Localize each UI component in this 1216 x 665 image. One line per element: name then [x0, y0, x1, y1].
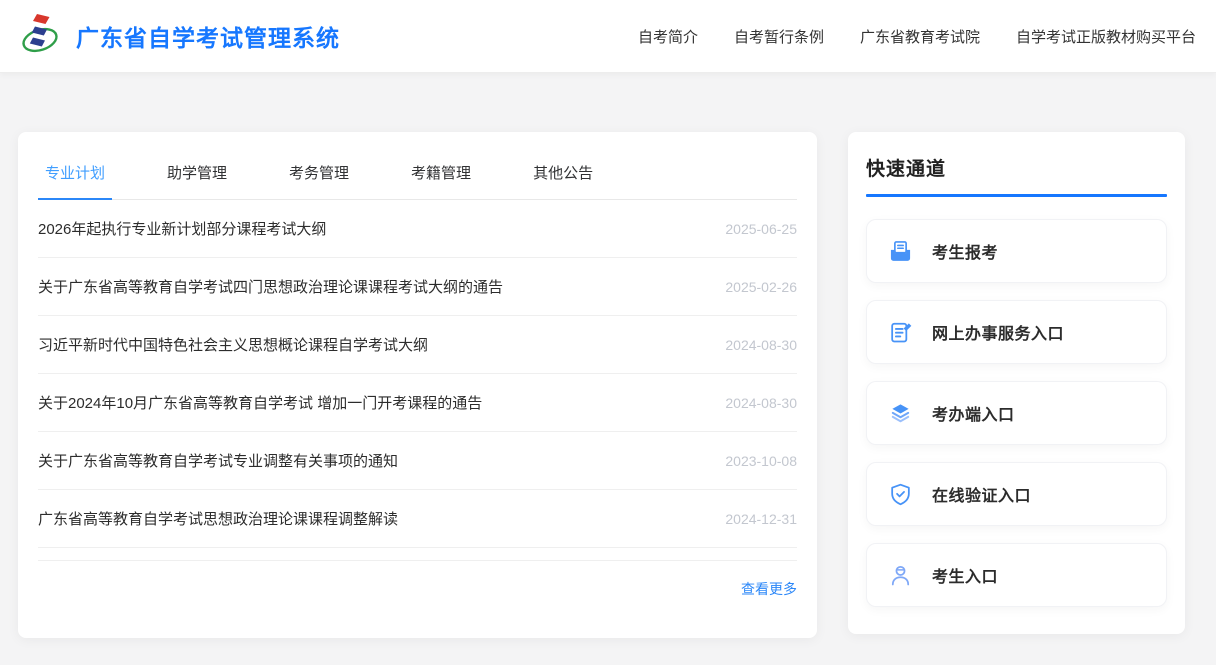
edit-document-icon: [888, 320, 913, 345]
news-item[interactable]: 关于广东省高等教育自学考试四门思想政治理论课课程考试大纲的通告 2025-02-…: [38, 258, 797, 316]
main-content: 专业计划 助学管理 考务管理 考籍管理 其他公告 2026年起执行专业新计划部分…: [0, 73, 1216, 638]
nav-link-regulations[interactable]: 自考暂行条例: [734, 26, 824, 47]
quick-link-label[interactable]: 考生报考: [932, 239, 998, 263]
tab-other-notices[interactable]: 其他公告: [526, 158, 600, 200]
tab-major-plan[interactable]: 专业计划: [38, 158, 113, 200]
quick-link-label[interactable]: 在线验证入口: [932, 482, 1031, 506]
news-title[interactable]: 关于广东省高等教育自学考试四门思想政治理论课课程考试大纲的通告: [38, 276, 503, 297]
nav-link-intro[interactable]: 自考简介: [638, 26, 698, 47]
news-item[interactable]: 2026年起执行专业新计划部分课程考试大纲 2025-06-25: [38, 200, 797, 258]
quick-link-candidate-portal[interactable]: 考生入口: [866, 543, 1167, 607]
nav-link-textbook-platform[interactable]: 自学考试正版教材购买平台: [1016, 26, 1196, 47]
quick-link-online-verification[interactable]: 在线验证入口: [866, 462, 1167, 526]
nav-link-education-institute[interactable]: 广东省教育考试院: [860, 26, 980, 47]
tab-exam-affairs[interactable]: 考务管理: [282, 158, 356, 200]
news-item[interactable]: 习近平新时代中国特色社会主义思想概论课程自学考试大纲 2024-08-30: [38, 316, 797, 374]
tab-exam-records[interactable]: 考籍管理: [404, 158, 478, 200]
quick-link-list: 考生报考 网上办事服务入口 考办端入口 在线验证入口 考生入口: [866, 219, 1167, 607]
news-list: 2026年起执行专业新计划部分课程考试大纲 2025-06-25 关于广东省高等…: [38, 200, 797, 561]
news-title[interactable]: 习近平新时代中国特色社会主义思想概论课程自学考试大纲: [38, 334, 428, 355]
news-item[interactable]: 关于2024年10月广东省高等教育自学考试 增加一门开考课程的通告 2024-0…: [38, 374, 797, 432]
news-title[interactable]: 广东省高等教育自学考试思想政治理论课课程调整解读: [38, 508, 398, 529]
tab-study-aid[interactable]: 助学管理: [160, 158, 234, 200]
view-more-link[interactable]: 查看更多: [741, 581, 797, 597]
quick-link-label[interactable]: 考办端入口: [932, 401, 1015, 425]
news-item[interactable]: 广东省高等教育自学考试思想政治理论课课程调整解读 2024-12-31: [38, 490, 797, 548]
news-date: 2023-10-08: [725, 452, 797, 469]
page-title: 广东省自学考试管理系统: [76, 25, 340, 51]
site-logo-icon: [16, 10, 64, 62]
layers-icon: [888, 401, 913, 426]
news-title[interactable]: 关于广东省高等教育自学考试专业调整有关事项的通知: [38, 450, 398, 471]
news-title[interactable]: 2026年起执行专业新计划部分课程考试大纲: [38, 218, 326, 239]
quick-link-label[interactable]: 网上办事服务入口: [932, 320, 1064, 344]
quick-channel-title: 快速通道: [866, 159, 947, 180]
header: 广东省自学考试管理系统 自考简介 自考暂行条例 广东省教育考试院 自学考试正版教…: [0, 0, 1216, 73]
inbox-icon: [888, 239, 913, 264]
news-panel: 专业计划 助学管理 考务管理 考籍管理 其他公告 2026年起执行专业新计划部分…: [18, 132, 817, 638]
quick-channel-divider: [866, 194, 1167, 197]
shield-check-icon: [888, 482, 913, 507]
quick-link-online-services[interactable]: 网上办事服务入口: [866, 300, 1167, 364]
news-date: 2024-08-30: [725, 336, 797, 353]
news-tabs: 专业计划 助学管理 考务管理 考籍管理 其他公告: [38, 132, 797, 200]
news-date: 2024-08-30: [725, 394, 797, 411]
news-date: 2024-12-31: [725, 510, 797, 527]
quick-link-candidate-registration[interactable]: 考生报考: [866, 219, 1167, 283]
user-icon: [888, 563, 913, 588]
quick-channel-panel: 快速通道 考生报考 网上办事服务入口 考办端入口 在线验证入口 考生入口: [848, 132, 1185, 634]
news-list-divider: [38, 548, 797, 561]
news-date: 2025-06-25: [725, 220, 797, 237]
top-nav: 自考简介 自考暂行条例 广东省教育考试院 自学考试正版教材购买平台: [602, 26, 1196, 47]
news-item[interactable]: 关于广东省高等教育自学考试专业调整有关事项的通知 2023-10-08: [38, 432, 797, 490]
quick-link-label[interactable]: 考生入口: [932, 563, 998, 587]
news-title[interactable]: 关于2024年10月广东省高等教育自学考试 增加一门开考课程的通告: [38, 392, 482, 413]
news-footer: 查看更多: [38, 561, 797, 599]
news-date: 2025-02-26: [725, 278, 797, 295]
quick-link-exam-office-portal[interactable]: 考办端入口: [866, 381, 1167, 445]
